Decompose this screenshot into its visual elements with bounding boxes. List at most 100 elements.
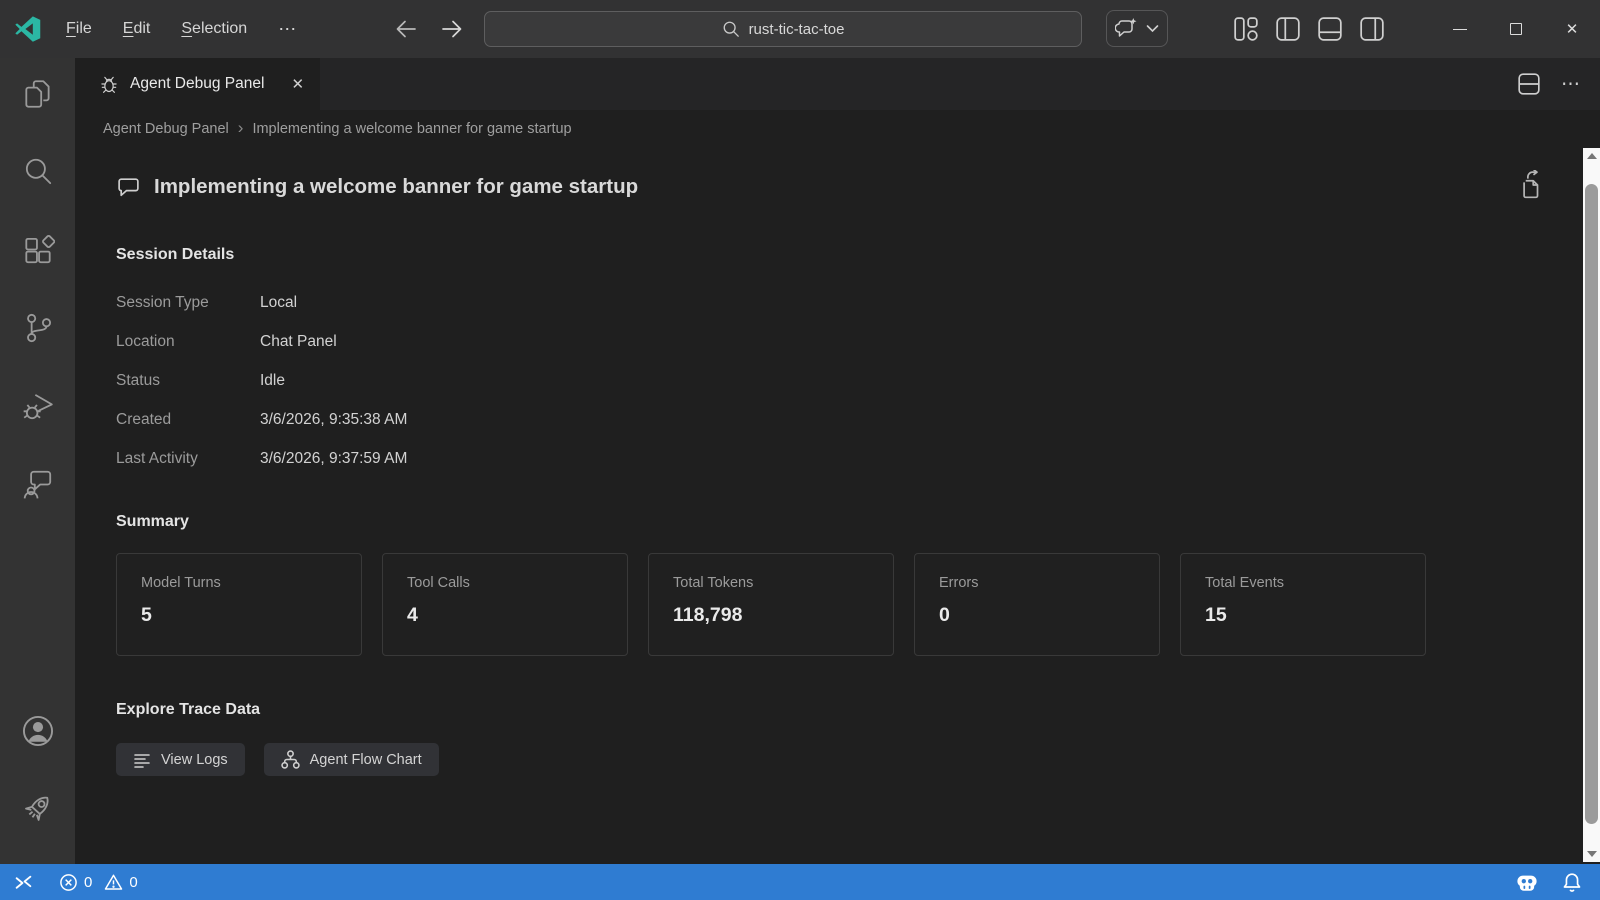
detail-label: Session Type (116, 294, 260, 312)
remote-icon (14, 873, 33, 892)
maximize-button[interactable] (1488, 0, 1544, 58)
comment-icon (116, 175, 141, 200)
toggle-secondary-sidebar-icon[interactable] (1359, 16, 1385, 42)
back-arrow-icon[interactable] (393, 16, 419, 42)
scrollbar-thumb[interactable] (1585, 184, 1598, 824)
search-sidebar-icon[interactable] (19, 153, 57, 191)
explore-buttons: View Logs Agent Flow Chart (116, 743, 1583, 776)
problems-indicator[interactable]: 0 0 (59, 873, 138, 892)
minimize-button[interactable] (1432, 0, 1488, 58)
statusbar-right (1514, 870, 1582, 894)
list-icon (133, 751, 151, 769)
maximize-icon (1510, 23, 1522, 35)
detail-label: Status (116, 372, 260, 390)
command-center-search[interactable]: rust-tic-tac-toe (484, 11, 1082, 47)
titlebar: File Edit Selection ⋯ rust-tic-tac-toe (0, 0, 1600, 58)
session-title-row: Implementing a welcome banner for game s… (116, 172, 1583, 202)
close-window-button[interactable]: ✕ (1544, 0, 1600, 58)
breadcrumb-root[interactable]: Agent Debug Panel (103, 121, 229, 137)
detail-value: Chat Panel (260, 333, 337, 351)
menu-selection[interactable]: Selection (181, 20, 247, 38)
agent-flow-chart-button[interactable]: Agent Flow Chart (264, 743, 439, 776)
scroll-up-icon[interactable] (1587, 153, 1597, 159)
toggle-panel-icon[interactable] (1317, 16, 1343, 42)
vertical-scrollbar[interactable] (1583, 148, 1600, 862)
extensions-icon[interactable] (19, 231, 57, 269)
source-control-icon[interactable] (19, 309, 57, 347)
detail-row-location: Location Chat Panel (116, 327, 1583, 357)
scroll-down-icon[interactable] (1587, 851, 1597, 857)
warnings-count: 0 (129, 874, 137, 891)
window-controls: ✕ (1432, 0, 1600, 58)
card-total-tokens: Total Tokens 118,798 (648, 553, 894, 656)
close-icon: ✕ (1566, 20, 1579, 38)
detail-row-last-activity: Last Activity 3/6/2026, 9:37:59 AM (116, 444, 1583, 474)
detail-row-session-type: Session Type Local (116, 288, 1583, 318)
export-icon (1515, 170, 1545, 200)
toggle-sidebar-icon[interactable] (1275, 16, 1301, 42)
card-label: Total Tokens (673, 575, 869, 591)
customize-layout-icon[interactable] (1233, 16, 1259, 42)
errors-count: 0 (84, 874, 92, 891)
errors-icon (59, 873, 78, 892)
warnings-icon (104, 873, 123, 892)
card-label: Tool Calls (407, 575, 603, 591)
flow-chart-icon (281, 750, 300, 769)
copilot-chat-button[interactable] (1106, 10, 1168, 47)
tab-agent-debug-panel[interactable]: Agent Debug Panel ✕ (75, 58, 320, 110)
session-details-heading: Session Details (116, 246, 1583, 264)
editor-area: Agent Debug Panel ✕ ⋯ Agent Debug Panel … (75, 58, 1600, 864)
remote-indicator[interactable] (14, 873, 33, 892)
card-model-turns: Model Turns 5 (116, 553, 362, 656)
card-value: 118,798 (673, 604, 869, 627)
agent-flow-chart-label: Agent Flow Chart (310, 752, 422, 768)
status-bar: 0 0 (0, 864, 1600, 900)
detail-label: Created (116, 411, 260, 429)
card-tool-calls: Tool Calls 4 (382, 553, 628, 656)
card-value: 5 (141, 604, 337, 627)
menu-more-icon[interactable]: ⋯ (278, 19, 297, 40)
history-navigation (393, 0, 465, 58)
explorer-icon[interactable] (19, 75, 57, 113)
card-value: 4 (407, 604, 603, 627)
card-value: 0 (939, 604, 1135, 627)
card-value: 15 (1205, 604, 1401, 627)
card-label: Total Events (1205, 575, 1401, 591)
page-title: Implementing a welcome banner for game s… (154, 175, 638, 199)
chat-icon[interactable] (19, 465, 57, 503)
card-label: Errors (939, 575, 1135, 591)
export-session-button[interactable] (1513, 168, 1547, 202)
activity-bar (0, 58, 75, 864)
session-details-table: Session Type Local Location Chat Panel S… (116, 288, 1583, 474)
detail-value: 3/6/2026, 9:35:38 AM (260, 411, 407, 429)
vscode-logo-icon (14, 15, 42, 43)
detail-row-created: Created 3/6/2026, 9:35:38 AM (116, 405, 1583, 435)
tab-label: Agent Debug Panel (130, 75, 264, 93)
menu-edit[interactable]: Edit (123, 20, 151, 38)
breadcrumb: Agent Debug Panel › Implementing a welco… (75, 110, 1583, 148)
detail-value: Local (260, 294, 297, 312)
detail-label: Last Activity (116, 450, 260, 468)
layout-controls (1233, 0, 1385, 58)
card-label: Model Turns (141, 575, 337, 591)
view-logs-button[interactable]: View Logs (116, 743, 245, 776)
split-editor-icon[interactable] (1517, 72, 1541, 96)
bell-icon[interactable] (1562, 872, 1582, 892)
summary-cards: Model Turns 5 Tool Calls 4 Total Tokens … (116, 553, 1583, 656)
vscode-window: File Edit Selection ⋯ rust-tic-tac-toe (0, 0, 1600, 900)
menu-file[interactable]: File (66, 20, 92, 38)
breadcrumb-leaf[interactable]: Implementing a welcome banner for game s… (252, 121, 571, 137)
tab-bar: Agent Debug Panel ✕ ⋯ (75, 58, 1600, 110)
forward-arrow-icon[interactable] (439, 16, 465, 42)
more-actions-icon[interactable]: ⋯ (1561, 73, 1580, 96)
run-debug-icon[interactable] (19, 387, 57, 425)
copilot-status-icon[interactable] (1514, 870, 1540, 894)
card-total-events: Total Events 15 (1180, 553, 1426, 656)
bug-icon (99, 74, 119, 94)
tab-close-icon[interactable]: ✕ (291, 75, 304, 93)
accounts-icon[interactable] (19, 712, 57, 750)
detail-row-status: Status Idle (116, 366, 1583, 396)
copilot-chat-icon (1115, 17, 1139, 41)
summary-heading: Summary (116, 513, 1583, 531)
rocket-icon[interactable] (19, 789, 57, 827)
